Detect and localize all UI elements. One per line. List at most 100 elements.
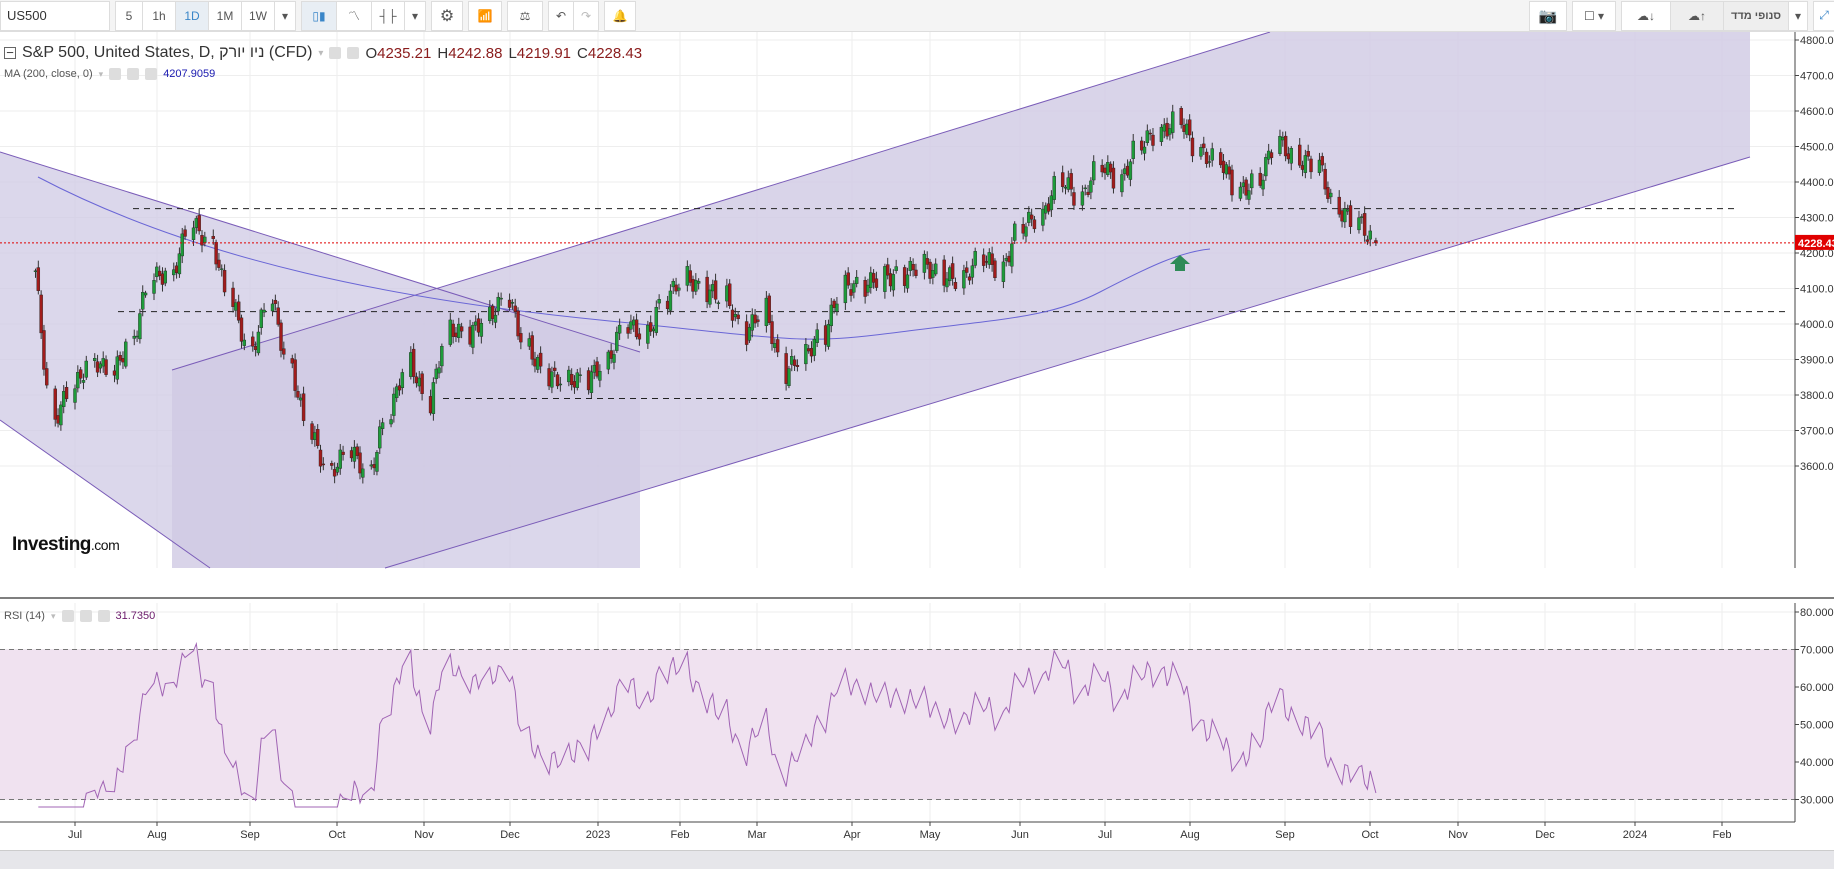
cloud-download-icon[interactable]: ☁↓ <box>1621 0 1671 31</box>
candle-body <box>615 331 619 351</box>
candle-body <box>1365 239 1370 242</box>
candle-body <box>437 367 441 374</box>
candle-body <box>98 363 103 369</box>
saved-indices-button[interactable]: סנופי מדד <box>1723 0 1789 31</box>
candle-body <box>708 289 712 305</box>
candle-body <box>236 301 241 321</box>
candle-body <box>160 273 165 285</box>
time-tick-label: Nov <box>414 829 434 841</box>
candle <box>767 293 771 326</box>
chart-type-dropdown-icon[interactable]: ▾ <box>404 0 426 31</box>
candle-body <box>609 350 613 359</box>
candle-body <box>496 296 500 312</box>
candle-body <box>451 323 455 337</box>
candle-body <box>558 383 563 386</box>
ma-label: MA (200, close, 0) <box>4 68 93 80</box>
interval-dropdown-icon[interactable]: ▾ <box>274 0 296 31</box>
settings-gear-icon[interactable]: ⚙ <box>431 0 463 31</box>
candle-body <box>174 265 179 273</box>
collapse-icon[interactable]: − <box>4 46 16 59</box>
candle-body <box>1111 167 1116 189</box>
candle-body <box>747 327 752 341</box>
candle-body <box>671 280 675 288</box>
candle-body <box>290 358 294 364</box>
ma-remove-icon[interactable] <box>145 68 158 80</box>
candle-body <box>651 328 656 331</box>
symbol-input[interactable]: US500 <box>0 0 110 31</box>
rsi-settings-icon[interactable] <box>79 610 92 622</box>
candle-body <box>908 260 912 271</box>
rsi-legend: RSI (14) ▾ 31.7350 <box>4 610 155 622</box>
candle-body <box>211 236 215 239</box>
candle-body <box>854 276 859 284</box>
candle-body <box>231 287 235 307</box>
candle-body <box>1244 179 1248 196</box>
cloud-upload-icon[interactable]: ☁↑ <box>1670 0 1724 31</box>
candle-body <box>665 300 670 310</box>
undo-icon[interactable]: ↶ <box>548 0 574 31</box>
candle-body <box>459 326 464 332</box>
candle-body <box>273 299 278 304</box>
interval-1d[interactable]: 1D <box>175 0 209 31</box>
candle-body <box>341 451 345 455</box>
chart-canvas[interactable]: 4800.00 4700.00 4600.00 4500.00 4400.00 4300.… <box>0 32 1834 850</box>
candle-body <box>1168 128 1172 135</box>
interval-5[interactable]: 5 <box>115 0 143 31</box>
time-tick-label: 2023 <box>586 829 610 841</box>
ma-visibility-icon[interactable] <box>109 68 122 80</box>
ma-settings-icon[interactable] <box>127 68 140 80</box>
candle-body <box>355 446 359 456</box>
rsi-remove-icon[interactable] <box>97 610 110 622</box>
candle-body <box>118 355 122 361</box>
line-chart-icon[interactable]: 〽 <box>336 0 372 31</box>
rsi-label: RSI (14) <box>4 610 45 622</box>
candle-body <box>1083 187 1087 190</box>
candle-body <box>1148 132 1152 135</box>
camera-icon[interactable]: 📷 <box>1529 0 1567 31</box>
candle-body <box>688 270 692 283</box>
candle <box>375 450 379 476</box>
visibility-icon[interactable] <box>329 47 342 59</box>
candle-body <box>790 356 794 365</box>
time-tick-label: Jul <box>1098 829 1112 841</box>
candle-body <box>479 323 484 337</box>
add-alert-bell-icon[interactable]: 🔔 <box>604 0 636 31</box>
interval-1m[interactable]: 1M <box>208 0 242 31</box>
ma-dropdown-icon[interactable]: ▾ <box>99 69 104 80</box>
rsi-dropdown-icon[interactable]: ▾ <box>51 611 56 622</box>
candle-body <box>115 356 120 380</box>
candle-body <box>744 321 749 345</box>
candle-body <box>1024 226 1028 237</box>
saved-dropdown-icon[interactable]: ▾ <box>1788 0 1808 31</box>
candles-icon[interactable]: ▯▮ <box>301 0 337 31</box>
candle-body <box>886 264 890 276</box>
bars-icon[interactable]: ┤├ <box>371 0 405 31</box>
candle-body <box>589 371 594 393</box>
candle-body <box>1269 152 1274 158</box>
candle-body <box>750 314 754 331</box>
candle-body <box>730 309 735 321</box>
candle-body <box>668 290 673 311</box>
candle-body <box>928 261 932 279</box>
interval-1w[interactable]: 1W <box>241 0 275 31</box>
compare-scale-icon[interactable]: ⚖ <box>507 0 543 31</box>
legend-dropdown-icon[interactable]: ▾ <box>318 48 323 59</box>
bottom-bar <box>0 850 1834 869</box>
rsi-visibility-icon[interactable] <box>61 610 74 622</box>
time-tick-label: Dec <box>500 829 520 841</box>
time-tick-label: Aug <box>1180 829 1200 841</box>
candle-body <box>417 377 421 387</box>
indicators-icon[interactable]: 📶 <box>468 0 502 31</box>
redo-icon[interactable]: ↷ <box>573 0 599 31</box>
fullscreen-icon[interactable]: ⤢ <box>1813 0 1834 31</box>
price-tick-label: 4300.00 <box>1800 213 1834 225</box>
candle-body <box>891 274 896 291</box>
candle-body <box>1329 192 1333 198</box>
candle-body <box>389 419 393 425</box>
layout-square-icon[interactable]: ☐ ▾ <box>1572 0 1616 31</box>
candle-body <box>905 274 910 289</box>
interval-1h[interactable]: 1h <box>142 0 176 31</box>
candle-body <box>981 254 986 266</box>
settings-icon[interactable] <box>347 47 360 59</box>
candle-body <box>1221 160 1226 173</box>
